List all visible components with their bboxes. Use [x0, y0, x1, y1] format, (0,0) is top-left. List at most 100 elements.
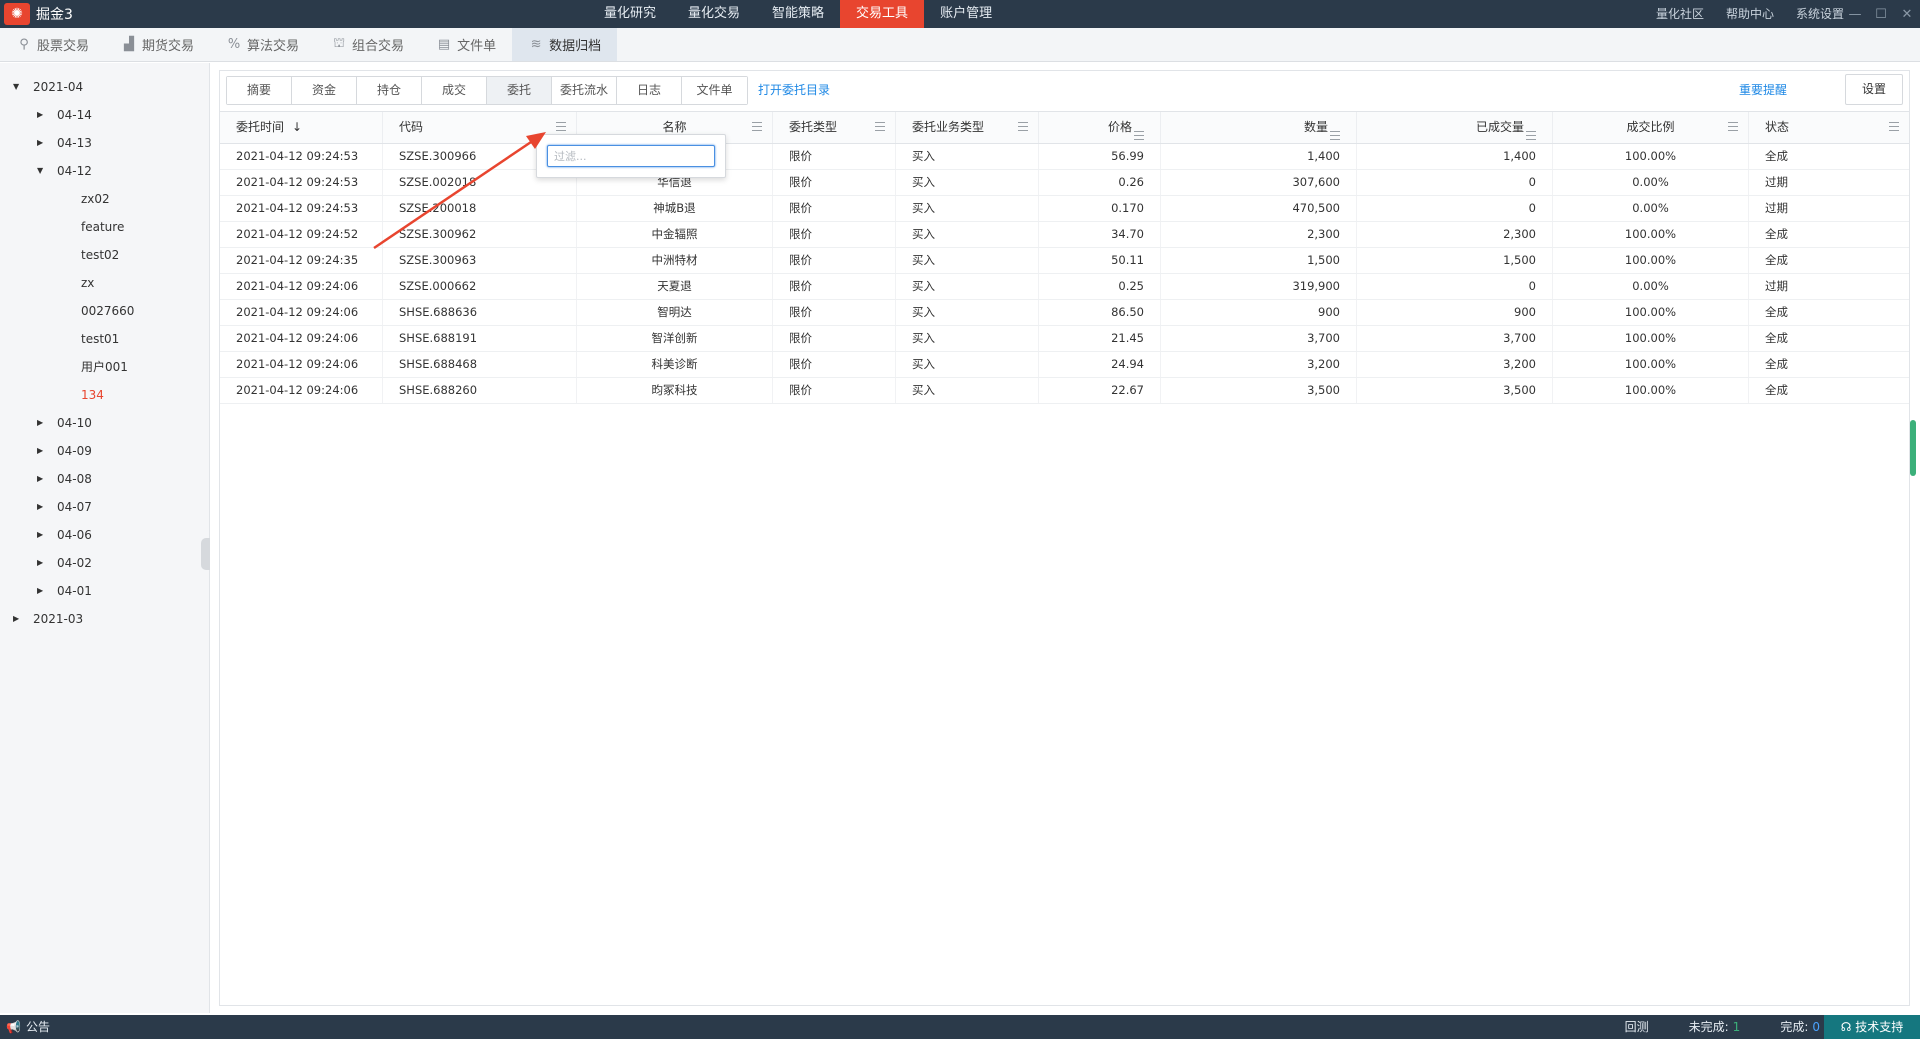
- main-nav-item[interactable]: 智能策略: [756, 0, 840, 28]
- tree-node[interactable]: ▼ 04-12: [0, 157, 209, 185]
- filter-input[interactable]: [547, 145, 715, 167]
- function-tab[interactable]: ⛫ 组合交易: [315, 28, 420, 61]
- column-menu-icon[interactable]: [1134, 131, 1144, 140]
- column-menu-icon[interactable]: [752, 122, 762, 131]
- caret-right-icon[interactable]: ▶: [37, 577, 47, 605]
- caret-right-icon[interactable]: ▶: [37, 129, 47, 157]
- notice-button[interactable]: 📢 公告: [6, 1015, 50, 1039]
- content-tab[interactable]: 委托流水: [552, 77, 617, 104]
- content-tab[interactable]: 资金: [292, 77, 357, 104]
- caret-down-icon[interactable]: ▼: [13, 73, 23, 101]
- table-row[interactable]: 2021-04-12 09:24:06 SHSE.688191 智洋创新 限价 买入 21…: [220, 326, 1909, 352]
- maximize-icon[interactable]: ☐: [1868, 0, 1894, 28]
- caret-right-icon[interactable]: ▶: [37, 493, 47, 521]
- table-row[interactable]: 2021-04-12 09:24:53 SZSE.002018 华信退 限价 买入 0.2…: [220, 170, 1909, 196]
- tree-node[interactable]: zx: [0, 269, 209, 297]
- caret-right-icon[interactable]: ▶: [13, 605, 23, 633]
- content-tab[interactable]: 成交: [422, 77, 487, 104]
- column-header[interactable]: 委托业务类型: [896, 112, 1039, 143]
- table-cell-filled: 0: [1357, 274, 1553, 299]
- tree-node[interactable]: zx02: [0, 185, 209, 213]
- function-tab[interactable]: ▤ 文件单: [420, 28, 512, 61]
- backtest-label[interactable]: 回测: [1625, 1015, 1649, 1039]
- table-cell-filled: 3,500: [1357, 378, 1553, 403]
- caret-right-icon[interactable]: ▶: [37, 437, 47, 465]
- vertical-scrollbar[interactable]: [1910, 420, 1916, 476]
- caret-down-icon[interactable]: ▼: [37, 157, 47, 185]
- column-header[interactable]: 成交比例: [1553, 112, 1749, 143]
- tree-node[interactable]: ▶ 04-10: [0, 409, 209, 437]
- close-icon[interactable]: ✕: [1894, 0, 1920, 28]
- column-menu-icon[interactable]: [1330, 131, 1340, 140]
- minimize-icon[interactable]: —: [1842, 0, 1868, 28]
- tree-node[interactable]: ▶ 04-08: [0, 465, 209, 493]
- tree-node[interactable]: ▶ 04-09: [0, 437, 209, 465]
- content-tab[interactable]: 摘要: [227, 77, 292, 104]
- open-order-directory-link[interactable]: 打开委托目录: [758, 77, 830, 104]
- important-notice-link[interactable]: 重要提醒: [1739, 77, 1787, 104]
- tree-node[interactable]: test01: [0, 325, 209, 353]
- caret-right-icon[interactable]: ▶: [37, 521, 47, 549]
- table-row[interactable]: 2021-04-12 09:24:35 SZSE.300963 中洲特材 限价 买入 50…: [220, 248, 1909, 274]
- column-header[interactable]: 状态: [1749, 112, 1909, 143]
- tree-node[interactable]: ▶ 2021-03: [0, 605, 209, 633]
- table-row[interactable]: 2021-04-12 09:24:06 SHSE.688636 智明达 限价 买入 86.…: [220, 300, 1909, 326]
- function-tab[interactable]: ▟ 期货交易: [105, 28, 210, 61]
- tech-support-button[interactable]: ☊ 技术支持: [1824, 1015, 1920, 1039]
- tree-node[interactable]: 用户001: [0, 353, 209, 381]
- top-link[interactable]: 量化社区: [1656, 0, 1704, 28]
- table-row[interactable]: 2021-04-12 09:24:52 SZSE.300962 中金辐照 限价 买入 34…: [220, 222, 1909, 248]
- column-menu-icon[interactable]: [1018, 122, 1028, 131]
- caret-right-icon[interactable]: ▶: [37, 409, 47, 437]
- tree-node-label: zx: [81, 276, 95, 290]
- column-menu-icon[interactable]: [556, 122, 566, 131]
- tree-node[interactable]: ▼ 2021-04: [0, 73, 209, 101]
- table-header: 委托时间 ↓ 代码 名称 委托类型 委托业务类型 价格 数量 已成交量 成交比例 状态: [220, 111, 1909, 144]
- main-nav-item[interactable]: 交易工具: [840, 0, 925, 28]
- tree-node[interactable]: ▶ 04-07: [0, 493, 209, 521]
- column-header[interactable]: 数量: [1161, 112, 1357, 143]
- main-nav-item[interactable]: 账户管理: [924, 0, 1008, 28]
- caret-right-icon[interactable]: ▶: [37, 101, 47, 129]
- table-row[interactable]: 2021-04-12 09:24:53 SZSE.300966 限价 买入 56.99 1…: [220, 144, 1909, 170]
- function-tab[interactable]: ≋ 数据归档: [512, 28, 618, 61]
- function-tab[interactable]: % 算法交易: [210, 28, 315, 61]
- tree-node[interactable]: feature: [0, 213, 209, 241]
- tree-node[interactable]: ▶ 04-06: [0, 521, 209, 549]
- table-cell-ratio: 0.00%: [1553, 196, 1749, 221]
- table-row[interactable]: 2021-04-12 09:24:53 SZSE.200018 神城B退 限价 买入 0.…: [220, 196, 1909, 222]
- table-row[interactable]: 2021-04-12 09:24:06 SHSE.688468 科美诊断 限价 买入 24…: [220, 352, 1909, 378]
- tree-node[interactable]: 134: [0, 381, 209, 409]
- tree-node[interactable]: ▶ 04-01: [0, 577, 209, 605]
- content-tab[interactable]: 日志: [617, 77, 682, 104]
- top-link[interactable]: 系统设置: [1796, 0, 1844, 28]
- sidebar-collapse-handle[interactable]: [201, 538, 210, 570]
- caret-right-icon[interactable]: ▶: [37, 549, 47, 577]
- tree-node-label: 04-14: [57, 108, 92, 122]
- content-tab[interactable]: 持仓: [357, 77, 422, 104]
- column-header[interactable]: 已成交量: [1357, 112, 1553, 143]
- column-header[interactable]: 委托类型: [773, 112, 896, 143]
- content-tab[interactable]: 文件单: [682, 77, 747, 104]
- column-header[interactable]: 价格: [1039, 112, 1161, 143]
- caret-right-icon[interactable]: ▶: [37, 465, 47, 493]
- main-nav-item[interactable]: 量化交易: [672, 0, 756, 28]
- tree-node[interactable]: 0027660: [0, 297, 209, 325]
- function-tab[interactable]: ⚲ 股票交易: [0, 28, 105, 61]
- tree-node[interactable]: ▶ 04-13: [0, 129, 209, 157]
- tree-node[interactable]: ▶ 04-02: [0, 549, 209, 577]
- column-menu-icon[interactable]: [1728, 122, 1738, 131]
- tree-node[interactable]: ▶ 04-14: [0, 101, 209, 129]
- top-link[interactable]: 帮助中心: [1726, 0, 1774, 28]
- settings-button[interactable]: 设置: [1845, 74, 1903, 105]
- column-header[interactable]: 委托时间 ↓: [220, 112, 383, 143]
- table-row[interactable]: 2021-04-12 09:24:06 SHSE.688260 昀冢科技 限价 买入 22…: [220, 378, 1909, 404]
- main-nav-item[interactable]: 量化研究: [588, 0, 672, 28]
- column-menu-icon[interactable]: [1526, 131, 1536, 140]
- column-menu-icon[interactable]: [875, 122, 885, 131]
- tree-node[interactable]: test02: [0, 241, 209, 269]
- table-row[interactable]: 2021-04-12 09:24:06 SZSE.000662 天夏退 限价 买入 0.2…: [220, 274, 1909, 300]
- sort-descending-icon[interactable]: ↓: [292, 120, 302, 134]
- content-tab[interactable]: 委托: [487, 77, 552, 104]
- column-menu-icon[interactable]: [1889, 122, 1899, 131]
